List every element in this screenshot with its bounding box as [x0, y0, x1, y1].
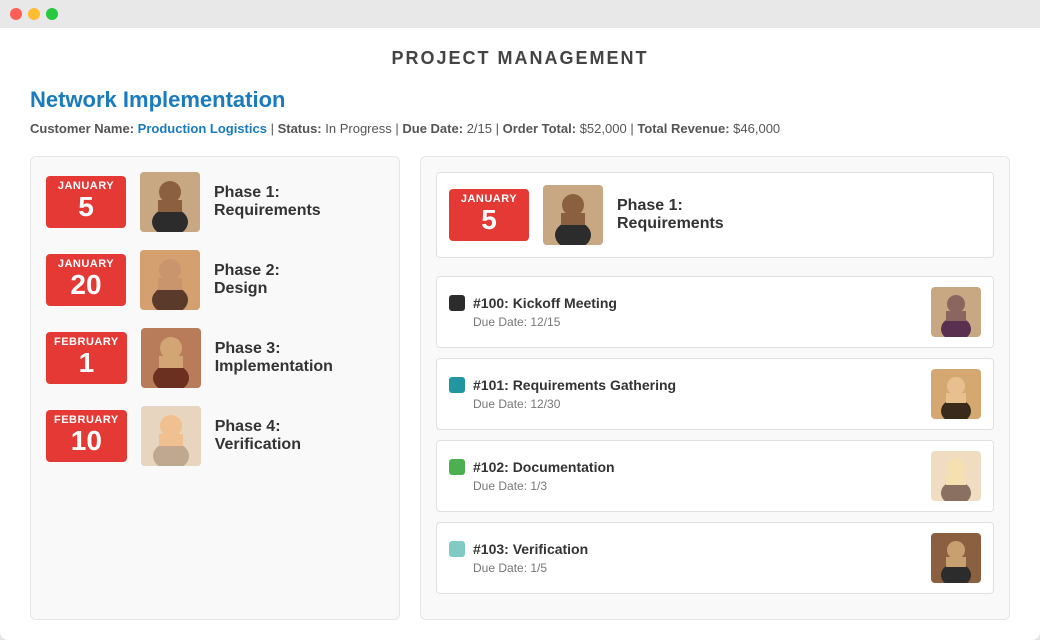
- date-badge-2: January 20: [46, 254, 126, 307]
- task-title-100: #100: Kickoff Meeting: [449, 295, 617, 311]
- due-value: 2/15: [467, 121, 492, 136]
- status-value: In Progress: [325, 121, 391, 136]
- phase-title-2: Phase 2: Design: [214, 262, 280, 298]
- separator-1: |: [271, 121, 278, 136]
- phase-row-4[interactable]: February 10 Phase 4:: [46, 406, 384, 466]
- task-due-102: Due Date: 1/3: [473, 479, 615, 493]
- day-4: 10: [54, 426, 119, 457]
- month-2: January: [54, 258, 118, 270]
- date-badge-3: February 1: [46, 332, 127, 385]
- minimize-dot[interactable]: [28, 8, 40, 20]
- tasks-panel: January 5 Phase 1:: [420, 156, 1010, 620]
- date-badge-1: January 5: [46, 176, 126, 229]
- month-1: January: [54, 180, 118, 192]
- selected-day: 5: [457, 205, 521, 236]
- selected-date-badge: January 5: [449, 189, 529, 242]
- task-avatar-100: [931, 287, 981, 337]
- avatar-1: [140, 172, 200, 232]
- project-name: Network Implementation: [30, 87, 1010, 113]
- task-item-103[interactable]: #103: Verification Due Date: 1/5: [436, 522, 994, 594]
- revenue-value: $46,000: [733, 121, 780, 136]
- title-bar: [0, 0, 1040, 28]
- selected-month: January: [457, 193, 521, 205]
- order-value: $52,000: [580, 121, 627, 136]
- task-due-100: Due Date: 12/15: [473, 315, 617, 329]
- customer-name[interactable]: Production Logistics: [138, 121, 267, 136]
- avatar-2: [140, 250, 200, 310]
- task-left-103: #103: Verification Due Date: 1/5: [449, 541, 588, 575]
- task-title-102: #102: Documentation: [449, 459, 615, 475]
- task-title-101: #101: Requirements Gathering: [449, 377, 676, 393]
- phases-panel: January 5 Phase 1:: [30, 156, 400, 620]
- order-label: Order Total:: [503, 121, 576, 136]
- page-title: PROJECT MANAGEMENT: [30, 48, 1010, 69]
- day-2: 20: [54, 270, 118, 301]
- phase-title-1: Phase 1: Requirements: [214, 184, 321, 220]
- separator-3: |: [496, 121, 503, 136]
- maximize-dot[interactable]: [46, 8, 58, 20]
- status-dot-100: [449, 295, 465, 311]
- selected-avatar: [543, 185, 603, 245]
- phase-row-2[interactable]: January 20 Phase 2:: [46, 250, 384, 310]
- month-4: February: [54, 414, 119, 426]
- task-title-103: #103: Verification: [449, 541, 588, 557]
- customer-label: Customer Name:: [30, 121, 134, 136]
- phase-row-1[interactable]: January 5 Phase 1:: [46, 172, 384, 232]
- status-dot-101: [449, 377, 465, 393]
- avatar-4: [141, 406, 201, 466]
- due-label: Due Date:: [402, 121, 463, 136]
- month-3: February: [54, 336, 119, 348]
- task-due-101: Due Date: 12/30: [473, 397, 676, 411]
- task-item-102[interactable]: #102: Documentation Due Date: 1/3: [436, 440, 994, 512]
- revenue-label: Total Revenue:: [637, 121, 729, 136]
- task-item-101[interactable]: #101: Requirements Gathering Due Date: 1…: [436, 358, 994, 430]
- phase-label-3: Phase 3: Implementation: [215, 340, 333, 376]
- phase-label-2: Phase 2: Design: [214, 262, 280, 298]
- day-3: 1: [54, 348, 119, 379]
- project-meta: Customer Name: Production Logistics | St…: [30, 121, 1010, 136]
- app-window: PROJECT MANAGEMENT Network Implementatio…: [0, 0, 1040, 640]
- task-item-100[interactable]: #100: Kickoff Meeting Due Date: 12/15: [436, 276, 994, 348]
- task-avatar-102: [931, 451, 981, 501]
- task-left-101: #101: Requirements Gathering Due Date: 1…: [449, 377, 676, 411]
- phase-row-3[interactable]: February 1 Phase 3:: [46, 328, 384, 388]
- date-badge-4: February 10: [46, 410, 127, 463]
- day-1: 5: [54, 192, 118, 223]
- task-left-102: #102: Documentation Due Date: 1/3: [449, 459, 615, 493]
- status-label: Status:: [278, 121, 322, 136]
- task-due-103: Due Date: 1/5: [473, 561, 588, 575]
- phase-label-4: Phase 4: Verification: [215, 418, 301, 454]
- phase-label-1: Phase 1: Requirements: [214, 184, 321, 220]
- selected-phase-header: January 5 Phase 1:: [436, 172, 994, 258]
- main-panels: January 5 Phase 1:: [30, 156, 1010, 620]
- status-dot-103: [449, 541, 465, 557]
- close-dot[interactable]: [10, 8, 22, 20]
- task-avatar-101: [931, 369, 981, 419]
- phase-title-3: Phase 3: Implementation: [215, 340, 333, 376]
- phase-title-4: Phase 4: Verification: [215, 418, 301, 454]
- task-left-100: #100: Kickoff Meeting Due Date: 12/15: [449, 295, 617, 329]
- avatar-3: [141, 328, 201, 388]
- main-content: PROJECT MANAGEMENT Network Implementatio…: [0, 28, 1040, 640]
- task-avatar-103: [931, 533, 981, 583]
- status-dot-102: [449, 459, 465, 475]
- selected-phase-info: Phase 1: Requirements: [617, 197, 724, 233]
- selected-phase-label: Phase 1: Requirements: [617, 197, 724, 233]
